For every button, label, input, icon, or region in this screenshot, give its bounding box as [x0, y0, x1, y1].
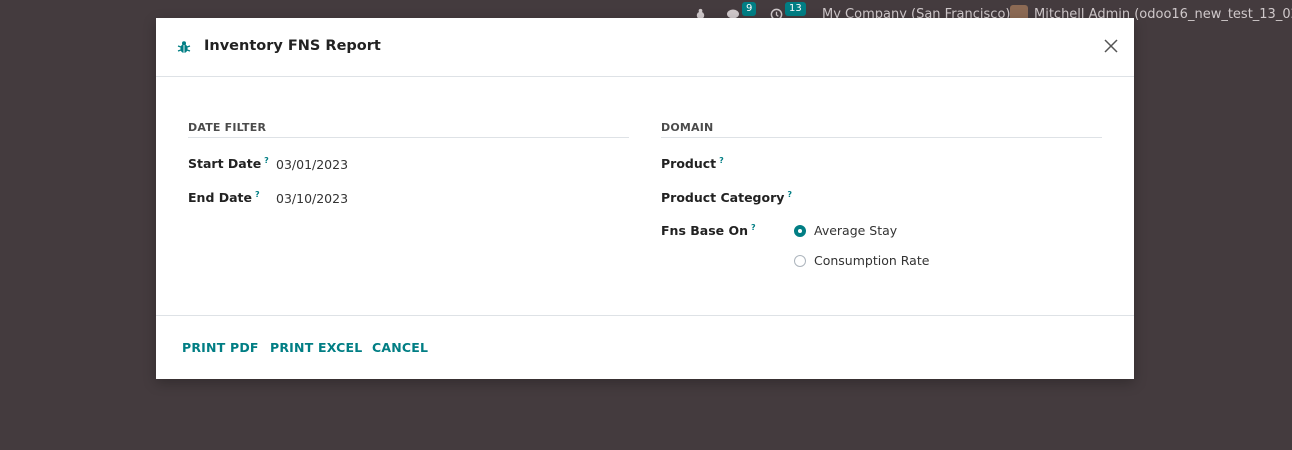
inventory-fns-report-dialog: Inventory FNS Report DATE FILTER Start D…: [156, 18, 1134, 379]
print-excel-button[interactable]: PRINT EXCEL: [270, 340, 362, 355]
start-date-label: Start Date?: [188, 156, 269, 172]
help-tooltip[interactable]: ?: [255, 190, 260, 199]
start-date-field[interactable]: 03/01/2023: [276, 157, 348, 172]
end-date-label: End Date?: [188, 190, 260, 206]
radio-average-stay[interactable]: Average Stay: [794, 223, 897, 238]
radio-button[interactable]: [794, 254, 806, 267]
print-pdf-button[interactable]: PRINT PDF: [182, 340, 259, 355]
date-filter-heading: DATE FILTER: [188, 121, 267, 134]
bug-icon: [177, 41, 191, 53]
radio-label: Consumption Rate: [814, 253, 930, 268]
cancel-button[interactable]: CANCEL: [372, 340, 428, 355]
product-category-field[interactable]: [796, 191, 1096, 207]
dialog-header: Inventory FNS Report: [156, 18, 1134, 77]
radio-consumption-rate[interactable]: Consumption Rate: [794, 253, 929, 268]
radio-label: Average Stay: [814, 223, 898, 238]
radio-button-checked[interactable]: [794, 224, 806, 237]
product-label: Product?: [661, 156, 724, 172]
dialog-body: DATE FILTER Start Date? 03/01/2023 End D…: [156, 77, 1134, 315]
dialog-title: Inventory FNS Report: [204, 38, 381, 54]
end-date-field[interactable]: 03/10/2023: [276, 191, 348, 206]
help-tooltip[interactable]: ?: [787, 190, 792, 199]
dialog-footer: PRINT PDF PRINT EXCEL CANCEL: [156, 315, 1134, 380]
divider: [661, 137, 1102, 138]
product-field[interactable]: [796, 157, 1096, 173]
help-tooltip[interactable]: ?: [751, 223, 756, 232]
close-icon[interactable]: [1102, 37, 1120, 55]
help-tooltip[interactable]: ?: [264, 156, 269, 165]
fns-base-on-label: Fns Base On?: [661, 223, 756, 239]
product-category-label: Product Category?: [661, 190, 793, 206]
help-tooltip[interactable]: ?: [719, 156, 724, 165]
domain-heading: DOMAIN: [661, 121, 714, 134]
divider: [188, 137, 629, 138]
